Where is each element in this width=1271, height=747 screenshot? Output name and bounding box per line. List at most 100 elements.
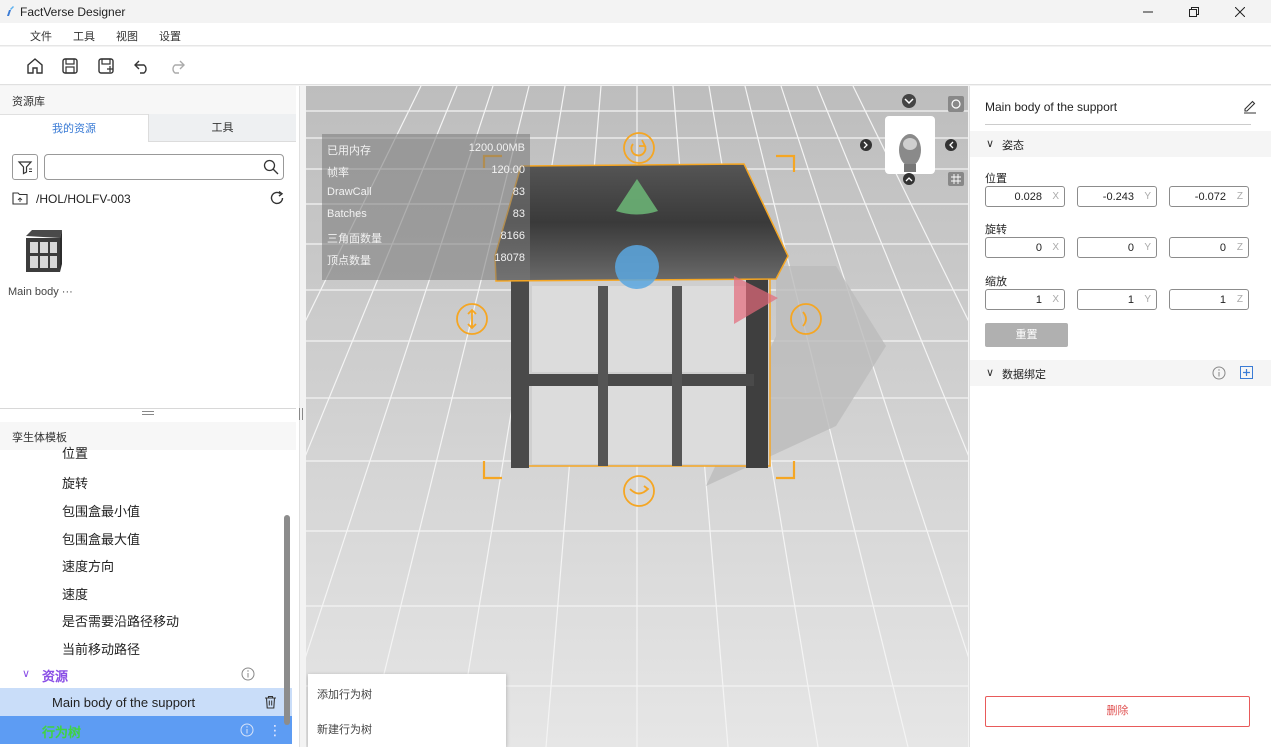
field-value: -0.243 <box>1102 191 1134 203</box>
stat-label: DrawCall <box>327 186 372 198</box>
scale-label: 缩放 <box>985 276 1007 288</box>
title-bar: FactVerse Designer <box>0 0 1271 23</box>
context-menu-new-behavior-tree[interactable]: 新建行为树 <box>317 721 372 737</box>
list-item[interactable]: 包围盒最大值 <box>62 529 140 548</box>
context-menu-add-behavior-tree[interactable]: 添加行为树 <box>317 686 372 702</box>
path-row: /HOL/HOLFV-003 <box>12 190 292 208</box>
menu-settings[interactable]: 设置 <box>159 28 181 44</box>
position-label: 位置 <box>985 173 1007 185</box>
rotation-x-field[interactable]: 0X <box>985 237 1065 258</box>
search-icon[interactable] <box>263 159 279 175</box>
list-item[interactable]: 位置 <box>62 446 88 462</box>
asset-tile[interactable]: Main body ··· <box>8 224 88 304</box>
asset-path: /HOL/HOLFV-003 <box>36 192 131 206</box>
assets-section-header[interactable]: ∨ 资源 <box>0 660 292 688</box>
stat-label: 三角面数量 <box>327 233 382 245</box>
behavior-tree-row[interactable]: 行为树 ⋮ <box>0 716 292 744</box>
home-icon[interactable] <box>25 56 45 76</box>
position-y-field[interactable]: -0.243 Y <box>1077 186 1157 207</box>
more-options-icon[interactable]: ⋮ <box>268 722 282 739</box>
axis-label: X <box>1052 242 1059 253</box>
list-item[interactable]: 旋转 <box>62 473 88 492</box>
stat-label: Batches <box>327 208 367 220</box>
context-menu: 添加行为树 新建行为树 <box>308 674 506 747</box>
list-item[interactable]: 速度 <box>62 584 88 603</box>
view-up-button[interactable] <box>902 94 916 108</box>
inspector-title: Main body of the support <box>985 100 1118 114</box>
stat-label: 顶点数量 <box>327 255 371 267</box>
save-as-icon[interactable] <box>96 56 116 76</box>
filter-icon <box>17 161 33 175</box>
divider <box>985 124 1251 125</box>
list-item[interactable]: 速度方向 <box>62 556 114 575</box>
tab-tools[interactable]: 工具 <box>148 114 296 142</box>
restore-button[interactable] <box>1171 0 1217 23</box>
view-down-button[interactable] <box>903 173 915 185</box>
menu-view[interactable]: 视图 <box>116 28 138 44</box>
left-panel: 资源库 我的资源 工具 /HOL/HOLFV-003 Main body ···… <box>0 86 300 747</box>
search-input[interactable] <box>44 154 284 180</box>
menu-file[interactable]: 文件 <box>30 28 52 44</box>
axis-label: Z <box>1236 294 1243 305</box>
left-scrollbar[interactable] <box>284 515 290 725</box>
pose-section-label: 姿态 <box>1002 140 1024 152</box>
rotation-y-field[interactable]: 0Y <box>1077 237 1157 258</box>
stat-row: DrawCall 83 <box>327 182 525 204</box>
view-right-button[interactable] <box>945 139 957 151</box>
refresh-icon[interactable] <box>269 190 285 206</box>
view-cube[interactable] <box>885 116 935 174</box>
redo-icon[interactable] <box>167 56 187 76</box>
field-value: 0 <box>1127 242 1134 254</box>
rotation-z-field[interactable]: 0Z <box>1169 237 1249 258</box>
add-icon[interactable] <box>1240 366 1253 379</box>
scale-y-field[interactable]: 1Y <box>1077 289 1157 310</box>
inspector-panel: Main body of the support ∨ 姿态 位置 0.028 X … <box>969 86 1271 747</box>
reset-button[interactable]: 重置 <box>985 323 1068 347</box>
list-item[interactable]: 当前移动路径 <box>62 639 140 658</box>
field-value: 0.028 <box>1014 191 1042 203</box>
edit-icon[interactable] <box>1242 98 1258 114</box>
focus-icon[interactable] <box>948 96 964 112</box>
panel-splitter[interactable] <box>0 408 296 416</box>
field-value: 1 <box>1035 294 1042 306</box>
data-binding-section-header[interactable]: ∨ 数据绑定 <box>970 360 1271 386</box>
trash-icon[interactable] <box>264 695 277 709</box>
chevron-down-icon: ∨ <box>22 668 31 680</box>
scale-x-field[interactable]: 1X <box>985 289 1065 310</box>
axis-label: Y <box>1144 294 1151 305</box>
info-icon[interactable] <box>241 667 255 681</box>
pose-section-header[interactable]: ∨ 姿态 <box>970 131 1271 157</box>
asset-thumbnail <box>26 230 62 272</box>
gizmo-center-sphere[interactable] <box>615 245 659 289</box>
position-x-field[interactable]: 0.028 X <box>985 186 1065 207</box>
info-icon[interactable] <box>240 723 254 737</box>
filter-button[interactable] <box>12 154 38 180</box>
axis-label: X <box>1052 191 1059 202</box>
tab-my-assets[interactable]: 我的资源 <box>0 114 148 142</box>
position-z-field[interactable]: -0.072 Z <box>1169 186 1249 207</box>
stat-value: 18078 <box>494 252 525 264</box>
3d-viewport[interactable]: 已用内存 1200.00MB 帧率 120.00 DrawCall 83 Batche… <box>306 86 968 747</box>
scale-z-field[interactable]: 1Z <box>1169 289 1249 310</box>
asset-library-header: 资源库 <box>0 86 296 114</box>
view-left-button[interactable] <box>860 139 872 151</box>
restore-icon <box>1189 6 1199 17</box>
save-icon[interactable] <box>60 56 80 76</box>
menu-tools[interactable]: 工具 <box>73 28 95 44</box>
asset-row-selected[interactable]: Main body of the support <box>0 688 292 716</box>
grid-view-icon[interactable] <box>948 172 964 186</box>
close-button[interactable] <box>1217 0 1263 23</box>
minimize-button[interactable] <box>1125 0 1171 23</box>
list-item[interactable]: 是否需要沿路径移动 <box>62 611 179 630</box>
list-item[interactable]: 包围盒最小值 <box>62 501 140 520</box>
stat-value: 120.00 <box>491 164 525 176</box>
info-icon[interactable] <box>1212 366 1226 380</box>
data-binding-section-label: 数据绑定 <box>1002 369 1046 381</box>
undo-icon[interactable] <box>132 56 152 76</box>
twin-property-list: 位置 旋转 包围盒最小值 包围盒最大值 速度方向 速度 是否需要沿路径移动 当前… <box>0 446 292 747</box>
field-value: 0 <box>1035 242 1042 254</box>
vertical-splitter-handle[interactable] <box>299 408 303 420</box>
asset-label: Main body ··· <box>8 286 73 298</box>
delete-button[interactable]: 删除 <box>985 696 1250 727</box>
splitter-handle[interactable] <box>142 411 154 415</box>
